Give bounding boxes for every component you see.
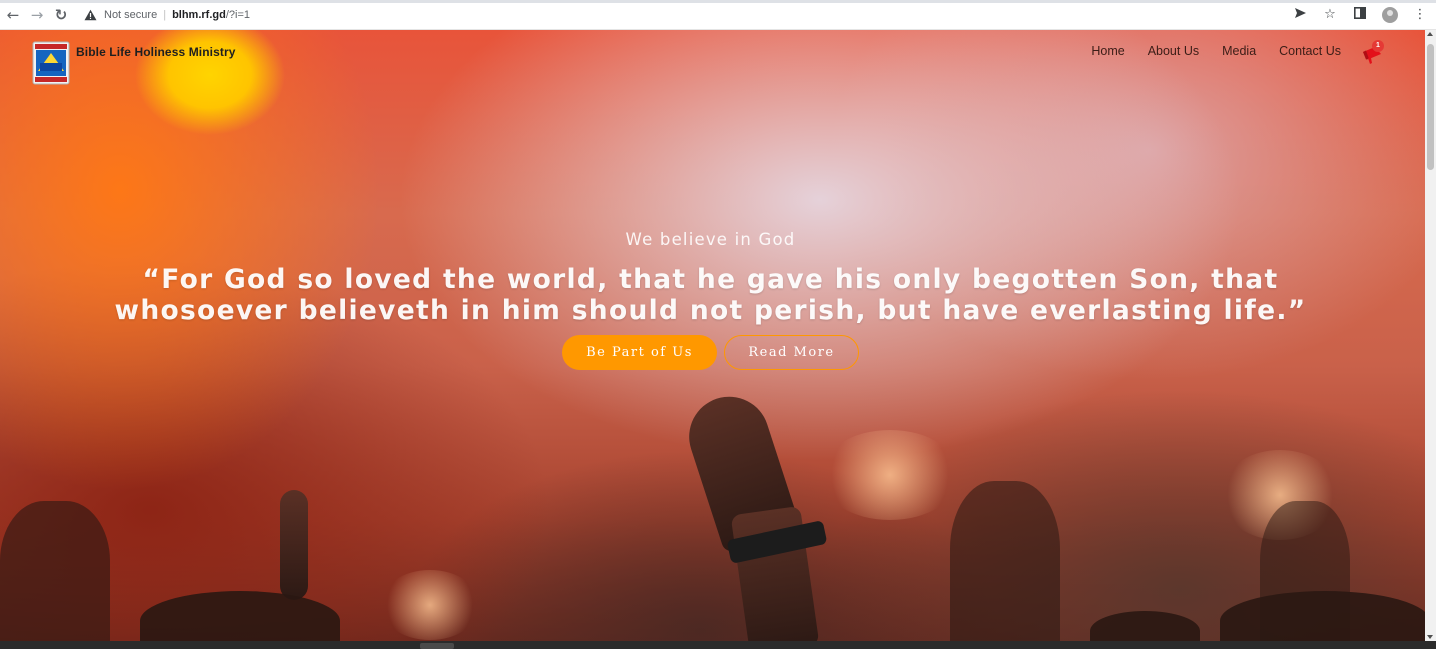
notification-badge: 1 xyxy=(1372,40,1384,52)
browser-actions: ☆ ⋮ xyxy=(1292,6,1428,24)
band-member-silhouette xyxy=(1260,501,1350,641)
url-host[interactable]: blhm.rf.gd xyxy=(172,9,226,21)
forward-arrow-icon[interactable]: → xyxy=(29,7,45,23)
crowd-silhouette xyxy=(0,501,110,641)
taskbar-app[interactable] xyxy=(420,643,454,649)
read-more-button[interactable]: Read More xyxy=(724,335,859,370)
send-icon[interactable] xyxy=(1292,7,1308,23)
site-name[interactable]: Bible Life Holiness Ministry xyxy=(76,45,236,59)
nav-media-link[interactable]: Media xyxy=(1222,44,1256,58)
stage-light xyxy=(820,430,960,520)
main-nav: Home About Us Media Contact Us xyxy=(1091,44,1341,58)
site-logo[interactable] xyxy=(32,41,70,85)
url-separator: | xyxy=(163,9,167,21)
reload-icon[interactable]: ↻ xyxy=(53,7,69,23)
nav-about-link[interactable]: About Us xyxy=(1148,44,1199,58)
raised-hand xyxy=(280,490,308,600)
security-label[interactable]: Not secure xyxy=(104,9,157,21)
side-panel-icon[interactable] xyxy=(1352,7,1368,23)
menu-kebab-icon[interactable]: ⋮ xyxy=(1412,7,1428,23)
be-part-of-us-button[interactable]: Be Part of Us xyxy=(562,335,717,370)
back-arrow-icon[interactable]: ← xyxy=(5,7,21,23)
hero-quote: “For God so loved the world, that he gav… xyxy=(114,264,1307,326)
notification-button[interactable]: 1 xyxy=(1359,40,1385,66)
profile-icon[interactable] xyxy=(1382,7,1398,23)
tab-strip xyxy=(0,0,1436,3)
hero-kicker: We believe in God xyxy=(625,230,796,249)
star-icon[interactable]: ☆ xyxy=(1322,7,1338,23)
crowd-silhouette xyxy=(140,591,340,641)
crowd-silhouette xyxy=(1090,611,1200,641)
page-scrollbar[interactable] xyxy=(1425,30,1436,641)
nav-contact-link[interactable]: Contact Us xyxy=(1279,44,1341,58)
stage-light xyxy=(380,570,480,640)
scrollbar-thumb[interactable] xyxy=(1427,44,1434,170)
address-bar[interactable]: Not secure | blhm.rf.gd /?i=1 xyxy=(78,5,1298,25)
band-member-silhouette xyxy=(950,481,1060,641)
nav-home-link[interactable]: Home xyxy=(1091,44,1124,58)
os-taskbar xyxy=(0,641,1436,649)
scroll-down-arrow-icon[interactable] xyxy=(1427,635,1433,639)
hero-section: Bible Life Holiness Ministry Home About … xyxy=(0,30,1425,641)
browser-toolbar: ← → ↻ Not secure | blhm.rf.gd /?i=1 ☆ ⋮ xyxy=(0,0,1436,30)
scroll-up-arrow-icon[interactable] xyxy=(1427,32,1433,36)
warning-icon[interactable] xyxy=(84,9,98,21)
url-path[interactable]: /?i=1 xyxy=(226,9,250,21)
